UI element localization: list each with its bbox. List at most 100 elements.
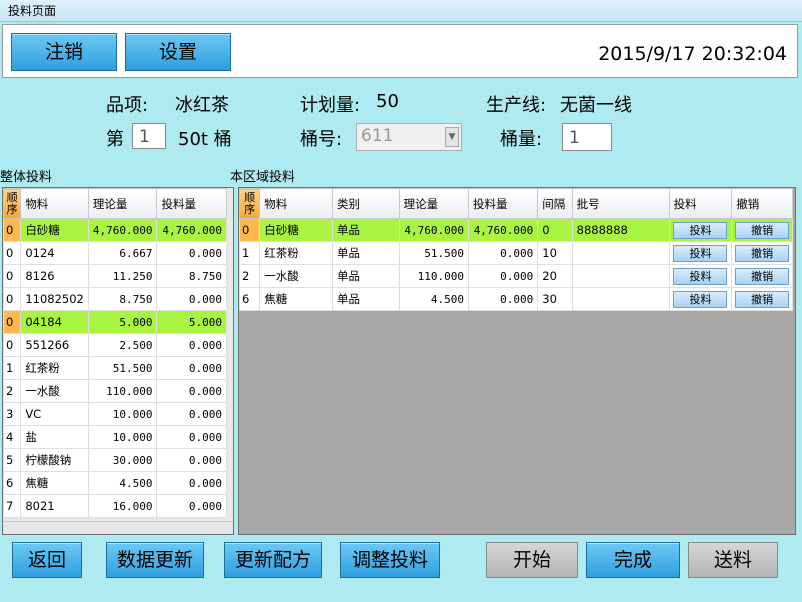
right-cell-cancel: 撤销 (731, 287, 793, 311)
left-header-fed[interactable]: 投料量 (156, 188, 227, 219)
left-cell-seq: 0 (3, 241, 22, 265)
plan-label: 计划量: (300, 95, 361, 116)
right-header-material[interactable]: 物料 (259, 188, 333, 219)
chevron-down-icon[interactable]: ▼ (445, 127, 459, 147)
right-cell-fed: 0.000 (467, 264, 539, 288)
left-cell-seq: 5 (3, 448, 22, 472)
left-cell-seq: 0 (3, 218, 22, 242)
right-grid-title: 本区域投料 (230, 170, 296, 185)
table-row[interactable]: 0 04184 5.000 5.000 (3, 310, 227, 334)
left-cell-fed: 5.000 (156, 310, 227, 334)
left-cell-fed: 0.000 (156, 448, 227, 472)
logout-button[interactable]: 注销 (11, 33, 117, 71)
feed-button[interactable]: 投料 (673, 244, 728, 262)
feed-button[interactable]: 投料 (673, 267, 728, 285)
update-recipe-button[interactable]: 更新配方 (224, 542, 322, 578)
back-button[interactable]: 返回 (12, 542, 82, 578)
right-cell-material: 一水酸 (259, 264, 333, 288)
table-row[interactable]: 5 柠檬酸钠 30.000 0.000 (3, 448, 227, 472)
table-row[interactable]: 6 焦糖 4.500 0.000 (3, 471, 227, 495)
right-cell-interval: 0 (537, 218, 573, 242)
right-cell-fed: 0.000 (467, 287, 539, 311)
left-cell-fed: 0.000 (156, 494, 227, 518)
line-label: 生产线: (486, 95, 547, 116)
right-cell-seq: 0 (239, 218, 261, 242)
right-header-fed[interactable]: 投料量 (467, 188, 539, 219)
right-cell-feed: 投料 (668, 264, 733, 288)
right-header-interval[interactable]: 间隔 (537, 188, 573, 219)
settings-button[interactable]: 设置 (125, 33, 231, 71)
right-cell-theory: 110.000 (398, 264, 469, 288)
right-header-feed[interactable]: 投料 (668, 188, 733, 219)
right-cell-fed: 0.000 (467, 241, 539, 265)
left-cell-material: 一水酸 (20, 379, 89, 403)
bucket-no-select[interactable]: 611 ▼ (356, 123, 462, 151)
right-cell-category: 单品 (331, 241, 400, 265)
left-header-seq[interactable]: 顺序 (3, 188, 22, 219)
table-row[interactable]: 0 8126 11.250 8.750 (3, 264, 227, 288)
right-header-batch[interactable]: 批号 (571, 188, 670, 219)
left-cell-material: 红茶粉 (20, 356, 89, 380)
right-cell-batch (571, 287, 670, 311)
left-cell-theory: 110.000 (87, 379, 158, 403)
table-row[interactable]: 6 焦糖 单品 4.500 0.000 30 投料 撤销 (239, 287, 793, 311)
right-header-seq[interactable]: 顺序 (239, 188, 261, 219)
table-row[interactable]: 0 白砂糖 4,760.000 4,760.000 (3, 218, 227, 242)
cancel-button[interactable]: 撤销 (735, 290, 790, 308)
left-header-theory[interactable]: 理论量 (87, 188, 158, 219)
right-header-cancel[interactable]: 撤销 (731, 188, 793, 219)
table-row[interactable]: 1 红茶粉 51.500 0.000 (3, 356, 227, 380)
left-cell-seq: 0 (3, 287, 22, 311)
cancel-button[interactable]: 撤销 (735, 221, 790, 239)
table-row[interactable]: 2 一水酸 110.000 0.000 (3, 379, 227, 403)
table-row[interactable]: 0 551266 2.500 0.000 (3, 333, 227, 357)
table-row[interactable]: 1 红茶粉 单品 51.500 0.000 10 投料 撤销 (239, 241, 793, 265)
refresh-data-button[interactable]: 数据更新 (106, 542, 204, 578)
table-row[interactable]: 0 0124 6.667 0.000 (3, 241, 227, 265)
table-row[interactable]: 2 一水酸 单品 110.000 0.000 20 投料 撤销 (239, 264, 793, 288)
table-row[interactable]: 4 盐 10.000 0.000 (3, 425, 227, 449)
batch-number-input[interactable]: 1 (132, 123, 166, 149)
cancel-button[interactable]: 撤销 (735, 244, 790, 262)
left-cell-material: 白砂糖 (20, 218, 89, 242)
table-row[interactable]: 3 VC 10.000 0.000 (3, 402, 227, 426)
left-cell-fed: 4,760.000 (156, 218, 227, 242)
left-cell-fed: 0.000 (156, 402, 227, 426)
bucket-qty-input[interactable]: 1 (562, 123, 612, 151)
right-cell-theory: 4,760.000 (398, 218, 469, 242)
batch-suffix: 50t 桶 (178, 129, 232, 150)
left-header-material[interactable]: 物料 (20, 188, 89, 219)
left-cell-theory: 5.000 (87, 310, 158, 334)
adjust-feed-button[interactable]: 调整投料 (340, 542, 440, 578)
right-cell-theory: 51.500 (398, 241, 469, 265)
table-row[interactable]: 0 11082502 8.750 0.000 (3, 287, 227, 311)
left-grid-scrollbar[interactable] (3, 521, 233, 534)
product-value: 冰红茶 (175, 95, 229, 116)
right-cell-cancel: 撤销 (731, 241, 793, 265)
cancel-button[interactable]: 撤销 (735, 267, 790, 285)
left-cell-seq: 1 (3, 356, 22, 380)
complete-button[interactable]: 完成 (586, 542, 680, 578)
left-cell-seq: 4 (3, 425, 22, 449)
table-row[interactable]: 7 8021 16.000 0.000 (3, 494, 227, 518)
right-cell-material: 红茶粉 (259, 241, 333, 265)
table-row[interactable]: 0 白砂糖 单品 4,760.000 4,760.000 0 8888888 投料 撤销 (239, 218, 793, 242)
left-cell-fed: 0.000 (156, 287, 227, 311)
feed-button[interactable]: 投料 (673, 290, 728, 308)
start-button[interactable]: 开始 (486, 542, 578, 578)
left-cell-seq: 3 (3, 402, 22, 426)
left-cell-seq: 7 (3, 494, 22, 518)
plan-value: 50 (376, 91, 399, 112)
left-cell-material: 551266 (20, 333, 89, 357)
right-cell-batch (571, 241, 670, 265)
feed-button[interactable]: 投料 (673, 221, 728, 239)
left-grid-title: 整体投料 (0, 170, 53, 185)
left-cell-theory: 11.250 (87, 264, 158, 288)
toolbar: 注销 设置 2015/9/17 20:32:04 (2, 24, 798, 78)
send-material-button[interactable]: 送料 (688, 542, 778, 578)
right-cell-cancel: 撤销 (731, 264, 793, 288)
right-header-category[interactable]: 类别 (331, 188, 400, 219)
line-value: 无菌一线 (560, 95, 632, 116)
right-header-theory[interactable]: 理论量 (398, 188, 469, 219)
left-cell-fed: 0.000 (156, 425, 227, 449)
